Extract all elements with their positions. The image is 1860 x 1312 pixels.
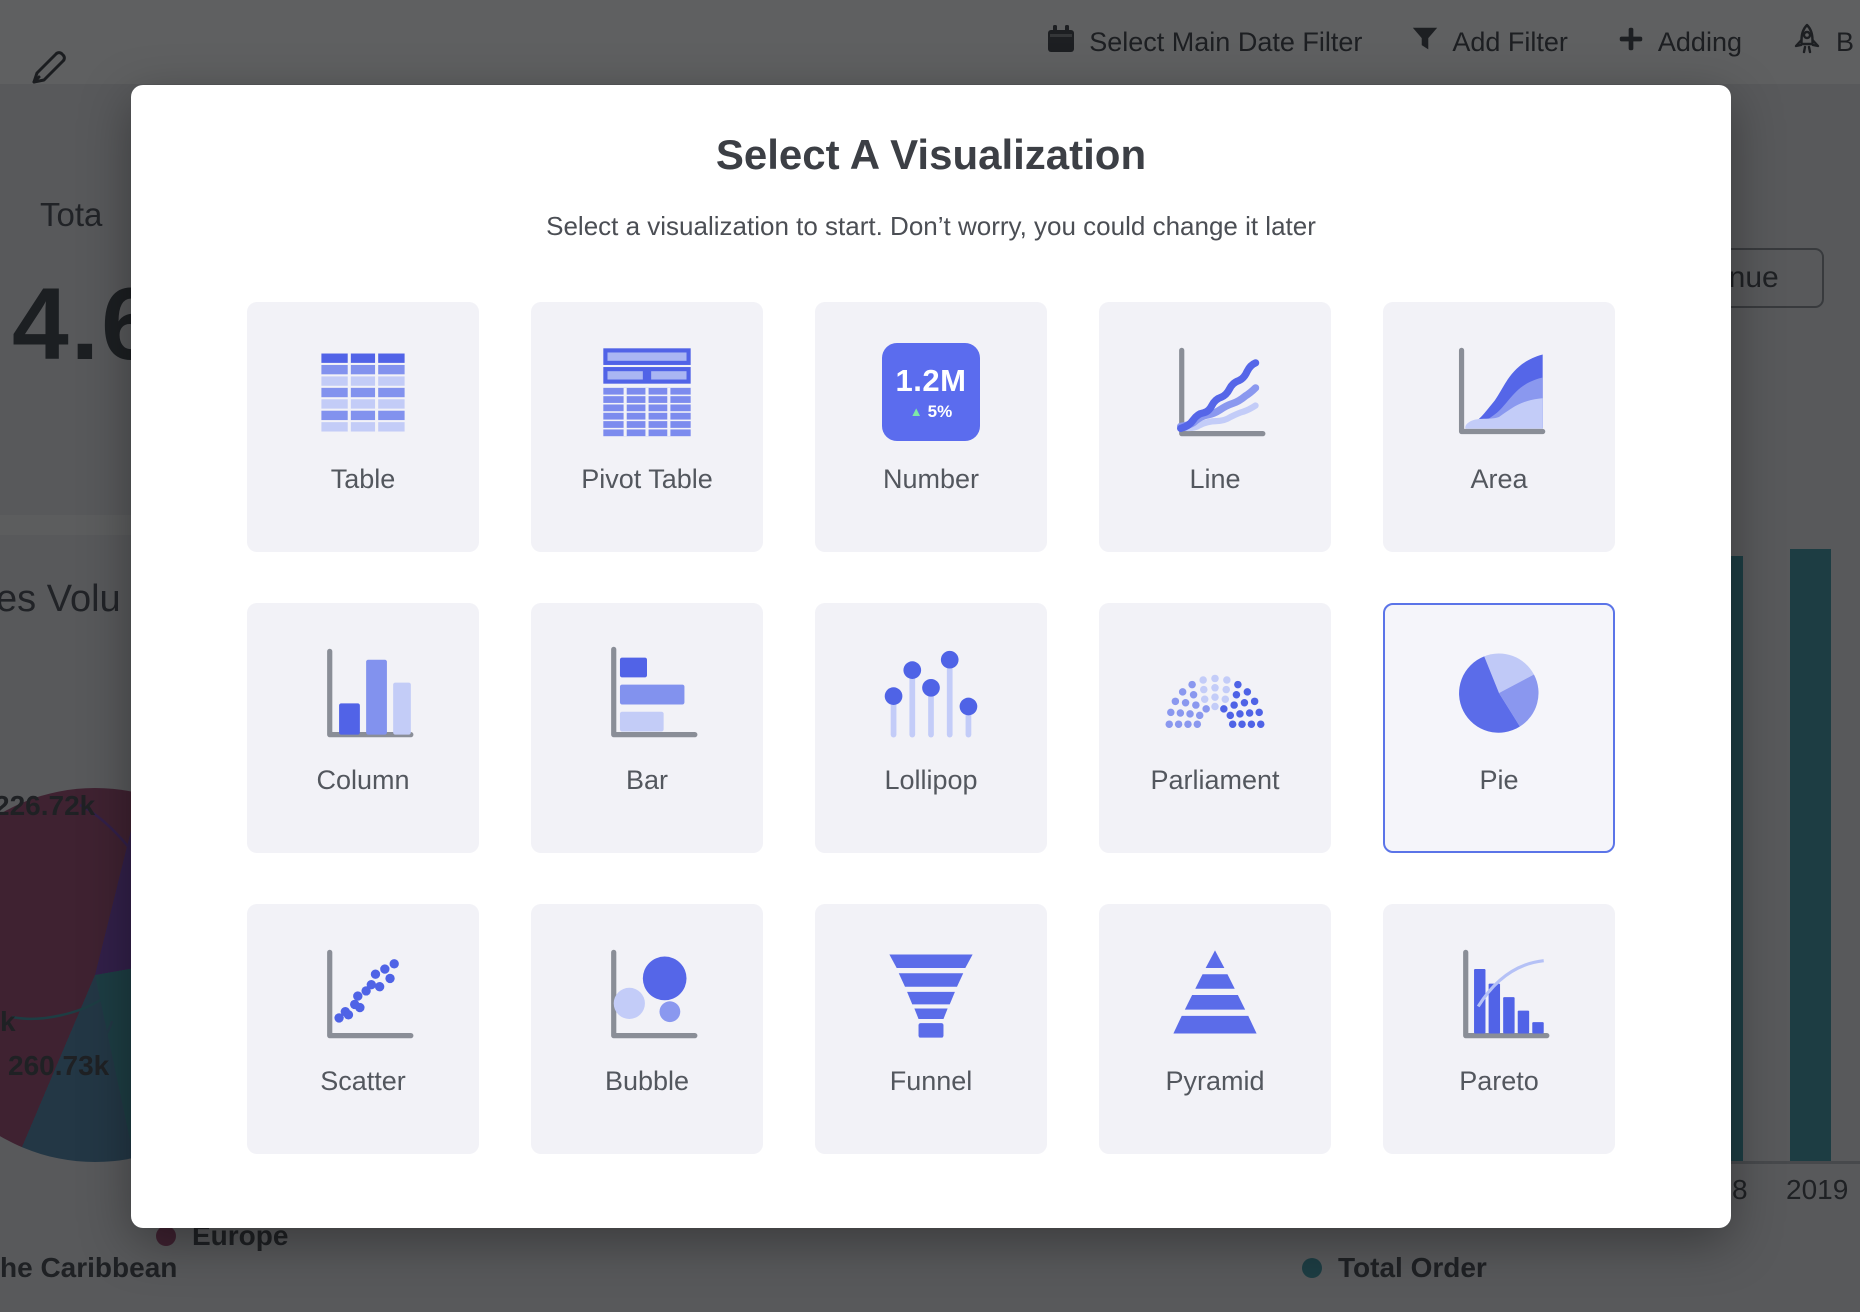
viz-tile-bar[interactable]: Bar	[531, 603, 763, 853]
tile-label: Bubble	[605, 1066, 689, 1097]
bar-chart-icon	[595, 641, 699, 745]
tile-label: Table	[331, 464, 396, 495]
tile-label: Lollipop	[884, 765, 977, 796]
line-chart-icon	[1163, 340, 1267, 444]
viz-tile-pivot-table[interactable]: Pivot Table	[531, 302, 763, 552]
parliament-chart-icon	[1163, 641, 1267, 745]
viz-tile-parliament[interactable]: Parliament	[1099, 603, 1331, 853]
tile-label: Column	[316, 765, 409, 796]
tile-label: Bar	[626, 765, 668, 796]
modal-subtitle: Select a visualization to start. Don’t w…	[131, 211, 1731, 242]
up-triangle-icon: ▲	[910, 404, 923, 419]
tile-label: Pie	[1479, 765, 1518, 796]
viz-tile-column[interactable]: Column	[247, 603, 479, 853]
pivot-table-icon	[595, 340, 699, 444]
viz-tile-pie[interactable]: Pie	[1383, 603, 1615, 853]
viz-tile-pyramid[interactable]: Pyramid	[1099, 904, 1331, 1154]
viz-tile-bubble[interactable]: Bubble	[531, 904, 763, 1154]
scatter-chart-icon	[311, 942, 415, 1046]
table-chart-icon	[311, 340, 415, 444]
tile-label: Funnel	[890, 1066, 973, 1097]
funnel-chart-icon	[879, 942, 983, 1046]
column-chart-icon	[311, 641, 415, 745]
pie-chart-icon	[1447, 641, 1551, 745]
pareto-chart-icon	[1447, 942, 1551, 1046]
tile-label: Pareto	[1459, 1066, 1539, 1097]
dashboard-app: Select Main Date Filter Add Filter Addin…	[0, 0, 1860, 1312]
viz-tile-number[interactable]: 1.2M ▲ 5% Number	[815, 302, 1047, 552]
area-chart-icon	[1447, 340, 1551, 444]
bubble-chart-icon	[595, 942, 699, 1046]
tile-label: Parliament	[1150, 765, 1279, 796]
viz-tile-line[interactable]: Line	[1099, 302, 1331, 552]
viz-tile-lollipop[interactable]: Lollipop	[815, 603, 1047, 853]
viz-tile-scatter[interactable]: Scatter	[247, 904, 479, 1154]
viz-tile-area[interactable]: Area	[1383, 302, 1615, 552]
lollipop-chart-icon	[879, 641, 983, 745]
number-icon-delta: 5%	[928, 402, 953, 422]
viz-tile-funnel[interactable]: Funnel	[815, 904, 1047, 1154]
viz-tile-pareto[interactable]: Pareto	[1383, 904, 1615, 1154]
tile-label: Pivot Table	[581, 464, 713, 495]
number-icon-value: 1.2M	[896, 363, 967, 399]
visualization-grid: Table	[247, 302, 1615, 1154]
tile-label: Scatter	[320, 1066, 406, 1097]
pyramid-chart-icon	[1163, 942, 1267, 1046]
viz-tile-table[interactable]: Table	[247, 302, 479, 552]
tile-label: Area	[1470, 464, 1527, 495]
modal-title: Select A Visualization	[131, 131, 1731, 179]
tile-label: Line	[1189, 464, 1240, 495]
tile-label: Number	[883, 464, 979, 495]
select-visualization-modal: Select A Visualization Select a visualiz…	[131, 85, 1731, 1228]
number-kpi-icon: 1.2M ▲ 5%	[879, 340, 983, 444]
tile-label: Pyramid	[1165, 1066, 1264, 1097]
